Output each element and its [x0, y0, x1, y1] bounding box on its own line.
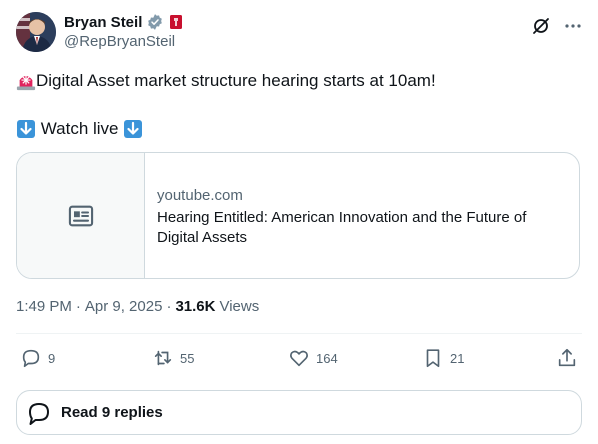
like-button[interactable]: 164: [288, 346, 338, 370]
heart-icon: [288, 347, 310, 369]
divider-spacer: [16, 383, 582, 384]
tweet-text-line-1: Digital Asset market structure hearing s…: [16, 69, 436, 93]
chat-bubble-icon: [25, 399, 53, 427]
divider: [16, 333, 582, 334]
meta-separator: ·: [166, 298, 172, 315]
tweet-time[interactable]: 1:49 PM: [16, 298, 72, 315]
gray-verified-badge-icon[interactable]: [146, 13, 164, 31]
tweet-text-2: Watch live: [36, 119, 124, 138]
bookmark-button[interactable]: 21: [422, 346, 464, 370]
avatar[interactable]: [16, 12, 56, 52]
author-name[interactable]: Bryan Steil: [64, 14, 142, 31]
reply-count: 9: [48, 350, 56, 366]
read-replies-label: Read 9 replies: [61, 404, 163, 421]
tweet-date[interactable]: Apr 9, 2025: [85, 298, 163, 315]
bookmark-count: 21: [450, 350, 465, 366]
read-replies-button[interactable]: Read 9 replies: [16, 390, 582, 435]
more-icon[interactable]: [563, 16, 583, 36]
tweet-text-1: Digital Asset market structure hearing s…: [36, 71, 436, 90]
share-button[interactable]: [556, 346, 578, 370]
house-seal-icon[interactable]: [168, 14, 184, 30]
reply-button[interactable]: 9: [20, 346, 55, 370]
article-icon: [67, 202, 95, 230]
repost-button[interactable]: 55: [152, 346, 194, 370]
down-arrow-emoji-icon: [123, 119, 143, 139]
bookmark-icon: [422, 347, 444, 369]
author-name-row: Bryan Steil: [64, 12, 184, 32]
action-bar: 9 55 164 21: [16, 346, 582, 370]
like-count: 164: [316, 350, 338, 366]
tweet-text-line-2: Watch live: [16, 117, 143, 141]
siren-emoji-icon: [16, 71, 36, 91]
repost-icon: [152, 347, 174, 369]
author-handle[interactable]: @RepBryanSteil: [64, 33, 175, 50]
tweet-meta: 1:49 PM · Apr 9, 2025 · 31.6K Views: [16, 298, 259, 315]
avatar-image: [16, 12, 56, 52]
share-icon: [556, 347, 578, 369]
views-label: Views: [219, 298, 260, 315]
grok-icon[interactable]: [531, 16, 551, 36]
card-thumbnail: [17, 153, 145, 278]
meta-separator: ·: [75, 298, 81, 315]
repost-count: 55: [180, 350, 195, 366]
card-domain: youtube.com: [157, 187, 243, 204]
views-count: 31.6K: [175, 298, 216, 315]
card-title: Hearing Entitled: American Innovation an…: [157, 209, 527, 246]
reply-icon: [20, 347, 42, 369]
down-arrow-emoji-icon: [16, 119, 36, 139]
link-preview-card[interactable]: youtube.com Hearing Entitled: American I…: [16, 152, 580, 279]
